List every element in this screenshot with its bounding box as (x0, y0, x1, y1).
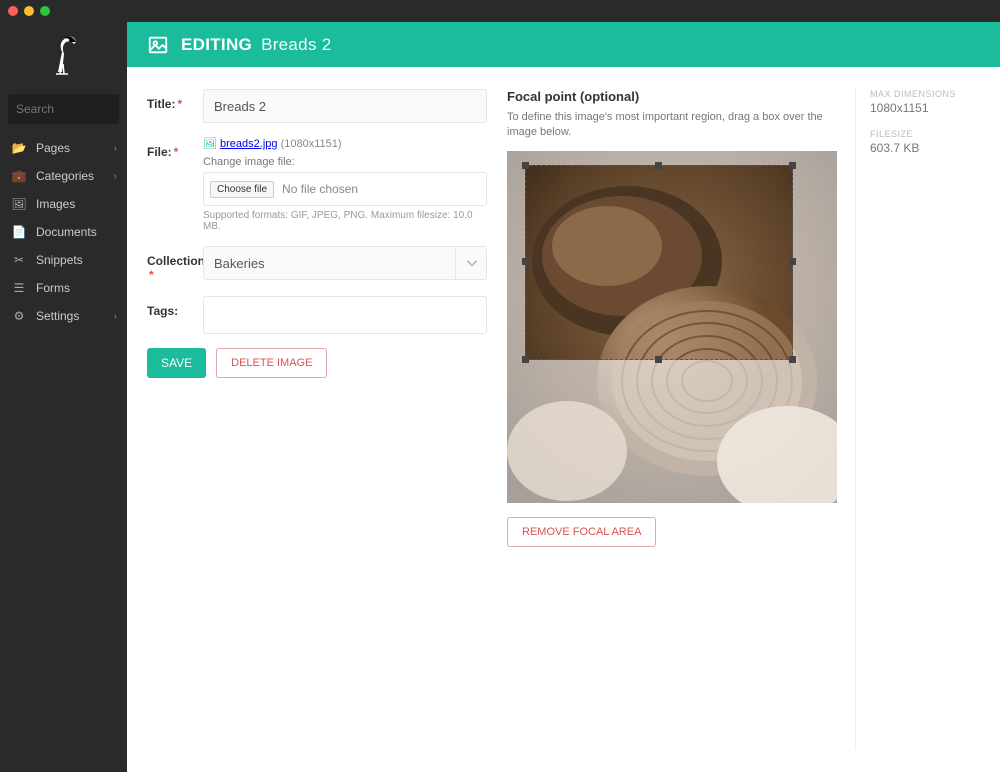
form-column: Title:* File:* 🖼 breads2.jpg (1080x1151)… (147, 89, 487, 750)
file-link[interactable]: breads2.jpg (220, 138, 278, 150)
form-actions: SAVE DELETE IMAGE (147, 348, 487, 378)
image-icon (147, 34, 169, 56)
change-image-label: Change image file: (203, 156, 487, 168)
sidebar-item-label: Forms (36, 281, 117, 295)
page-header: EDITING Breads 2 (127, 22, 1000, 67)
supported-formats: Supported formats: GIF, JPEG, PNG. Maxim… (203, 210, 487, 232)
sidebar-item-pages[interactable]: 📂 Pages › (0, 134, 127, 162)
sidebar-item-label: Categories (36, 169, 114, 183)
file-picker[interactable]: Choose file No file chosen (203, 172, 487, 206)
tags-label: Tags: (147, 296, 203, 334)
resize-handle-n[interactable] (655, 162, 662, 169)
filesize-label: FILESIZE (870, 129, 980, 139)
window-maximize-icon[interactable] (40, 6, 50, 16)
sidebar-item-documents[interactable]: 📄 Documents (0, 218, 127, 246)
delete-image-button[interactable]: DELETE IMAGE (216, 348, 327, 378)
focal-heading: Focal point (optional) (507, 89, 835, 104)
file-icon: 🖼 (203, 138, 217, 150)
resize-handle-se[interactable] (789, 356, 796, 363)
chevron-right-icon: › (114, 143, 117, 154)
header-title: Breads 2 (261, 35, 331, 54)
sidebar-item-images[interactable]: 🖼 Images (0, 190, 127, 218)
sidebar-item-label: Snippets (36, 253, 117, 267)
scissors-icon: ✂ (10, 253, 28, 267)
sidebar-menu: 📂 Pages › 💼 Categories › 🖼 Images 📄 Docu… (0, 134, 127, 330)
field-title: Title:* (147, 89, 487, 123)
remove-focal-area-button[interactable]: REMOVE FOCAL AREA (507, 517, 656, 547)
file-dimensions: (1080x1151) (281, 138, 342, 150)
window-close-icon[interactable] (8, 6, 18, 16)
chevron-right-icon: › (114, 311, 117, 322)
collection-select[interactable] (203, 246, 487, 280)
main-content: EDITING Breads 2 Title:* File:* 🖼 (127, 22, 1000, 772)
sidebar-item-label: Pages (36, 141, 114, 155)
resize-handle-w[interactable] (522, 258, 529, 265)
filesize-value: 603.7 KB (870, 141, 980, 155)
window-minimize-icon[interactable] (24, 6, 34, 16)
window-titlebar (0, 0, 1000, 22)
choose-file-button[interactable]: Choose file (210, 181, 274, 198)
chevron-right-icon: › (114, 171, 117, 182)
briefcase-icon: 💼 (10, 169, 28, 183)
save-button[interactable]: SAVE (147, 348, 206, 378)
sidebar: 📂 Pages › 💼 Categories › 🖼 Images 📄 Docu… (0, 22, 127, 772)
meta-column: MAX DIMENSIONS 1080x1151 FILESIZE 603.7 … (855, 89, 980, 750)
field-file: File:* 🖼 breads2.jpg (1080x1151) Change … (147, 137, 487, 232)
focal-selection-box[interactable] (525, 165, 793, 360)
tags-input[interactable] (203, 296, 487, 334)
resize-handle-e[interactable] (789, 258, 796, 265)
collection-label: Collection:* (147, 246, 203, 282)
focal-help: To define this image's most important re… (507, 110, 835, 141)
page-title: EDITING Breads 2 (181, 35, 332, 55)
resize-handle-ne[interactable] (789, 162, 796, 169)
resize-handle-sw[interactable] (522, 356, 529, 363)
resize-handle-nw[interactable] (522, 162, 529, 169)
no-file-chosen: No file chosen (282, 182, 358, 196)
document-icon: 📄 (10, 225, 28, 239)
search-box[interactable] (8, 94, 119, 124)
image-preview[interactable] (507, 151, 837, 503)
title-label: Title:* (147, 89, 203, 123)
resize-handle-s[interactable] (655, 356, 662, 363)
focal-column: Focal point (optional) To define this im… (507, 89, 835, 750)
list-icon: ☰ (10, 281, 28, 295)
image-icon: 🖼 (10, 197, 28, 211)
folder-open-icon: 📂 (10, 141, 28, 155)
maxdim-value: 1080x1151 (870, 101, 980, 115)
sidebar-item-label: Documents (36, 225, 117, 239)
sidebar-item-settings[interactable]: ⚙ Settings › (0, 302, 127, 330)
sidebar-item-snippets[interactable]: ✂ Snippets (0, 246, 127, 274)
app-logo (0, 22, 127, 88)
sidebar-item-forms[interactable]: ☰ Forms (0, 274, 127, 302)
sidebar-item-label: Settings (36, 309, 114, 323)
file-label: File:* (147, 137, 203, 232)
maxdim-label: MAX DIMENSIONS (870, 89, 980, 99)
sidebar-item-label: Images (36, 197, 117, 211)
title-input[interactable] (203, 89, 487, 123)
field-tags: Tags: (147, 296, 487, 334)
cog-icon: ⚙ (10, 309, 28, 323)
header-action: EDITING (181, 35, 252, 54)
field-collection: Collection:* (147, 246, 487, 282)
sidebar-item-categories[interactable]: 💼 Categories › (0, 162, 127, 190)
